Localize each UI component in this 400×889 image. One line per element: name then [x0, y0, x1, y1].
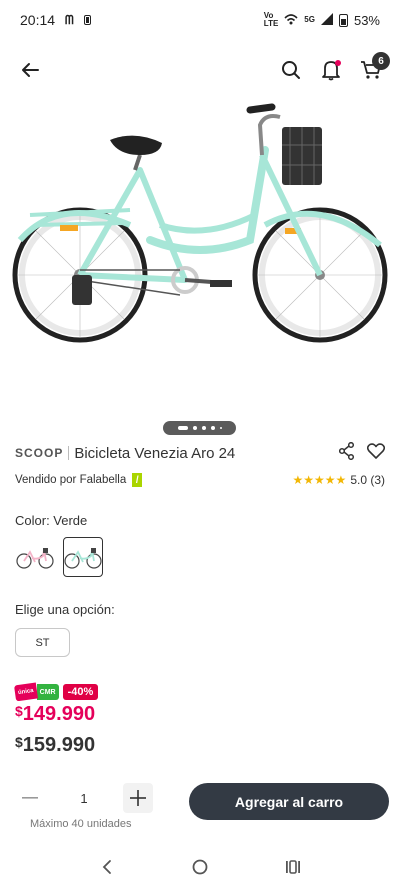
bicycle-green-thumbnail	[64, 548, 102, 569]
carousel-dot	[192, 426, 197, 430]
promo-badges: única CMR -40%	[13, 682, 99, 702]
minus-icon	[22, 797, 38, 799]
rating-stars: ★★★★★	[292, 473, 347, 487]
notification-dot	[335, 60, 341, 66]
network-type: 5G	[304, 15, 315, 24]
wifi-icon	[284, 13, 298, 28]
color-swatch-pink[interactable]	[15, 537, 55, 577]
currency-symbol: $	[15, 734, 23, 750]
top-navigation: 6	[0, 50, 400, 90]
cmr-price-value: 149.990	[22, 703, 96, 725]
option-label: Elige una opción:	[15, 602, 115, 617]
rating-value: 5.0 (3)	[350, 473, 385, 487]
cmr-price: $149.990	[15, 703, 95, 726]
brand-name[interactable]: SCOOP	[15, 446, 63, 460]
notifications-button[interactable]	[318, 56, 344, 84]
volte-bottom-text: LTE	[263, 19, 279, 28]
max-quantity-note: Máximo 40 unidades	[30, 818, 132, 830]
cmr-label: CMR	[36, 684, 59, 700]
decrease-quantity-button[interactable]	[15, 783, 45, 813]
volte-icon: Vo LTE	[264, 12, 279, 28]
carousel-dot	[210, 426, 215, 430]
share-button[interactable]	[338, 441, 355, 465]
system-home-button[interactable]	[185, 852, 215, 882]
system-recents-button[interactable]	[278, 852, 308, 882]
home-circle-icon	[192, 859, 208, 875]
divider	[68, 446, 70, 460]
plus-icon	[129, 790, 146, 806]
arrow-left-icon	[22, 63, 39, 77]
product-title: Bicicleta Venezia Aro 24	[74, 444, 236, 462]
product-image[interactable]	[0, 95, 400, 395]
bicycle-pink-thumbnail	[16, 548, 54, 569]
battery-icon	[338, 13, 348, 27]
product-rating[interactable]: ★★★★★ 5.0 (3)	[293, 473, 385, 487]
cmr-badge: única CMR	[13, 682, 59, 702]
battery-lock-icon	[83, 15, 91, 25]
back-button[interactable]	[16, 56, 44, 84]
falabella-badge-icon: /	[132, 473, 143, 487]
favorite-button[interactable]	[366, 442, 386, 464]
carousel-dot	[219, 427, 222, 429]
quantity-stepper: 1	[15, 783, 153, 813]
chevron-left-icon	[102, 860, 111, 874]
battery-percent: 53%	[353, 12, 380, 28]
discount-badge: -40%	[62, 684, 99, 700]
cart-count-badge: 6	[372, 52, 390, 70]
cart-button[interactable]: 6	[358, 52, 390, 84]
clock: 20:14	[20, 12, 56, 28]
color-swatches	[15, 537, 103, 577]
search-button[interactable]	[278, 56, 304, 84]
normal-price-value: 159.990	[22, 734, 96, 756]
recents-icon	[286, 860, 301, 874]
heart-icon	[366, 442, 386, 459]
cmr-unica-label: única	[13, 682, 38, 702]
color-label: Color: Verde	[15, 513, 88, 528]
size-option-st[interactable]: ST	[15, 628, 70, 657]
status-bar: 20:14 ᗰ Vo LTE 5G 53%	[0, 0, 400, 40]
system-back-button[interactable]	[92, 852, 122, 882]
share-icon	[338, 441, 355, 460]
signal-icon	[320, 12, 333, 28]
system-navigation-bar	[0, 845, 400, 889]
seller-row: Vendido por Falabella / ★★★★★ 5.0 (3)	[15, 472, 385, 488]
color-swatch-green[interactable]	[63, 537, 103, 577]
add-to-cart-button[interactable]: Agregar al carro	[189, 783, 389, 820]
product-title-row: SCOOP Bicicleta Venezia Aro 24	[15, 441, 386, 465]
image-carousel-indicator[interactable]	[163, 421, 236, 435]
carousel-dot-active	[177, 426, 188, 430]
m-app-icon: ᗰ	[65, 12, 74, 27]
carousel-dot	[201, 426, 206, 430]
search-icon	[282, 61, 300, 79]
seller-text: Vendido por Falabella	[15, 474, 127, 486]
quantity-value[interactable]: 1	[80, 791, 87, 806]
currency-symbol: $	[15, 703, 23, 719]
bicycle-illustration	[12, 103, 388, 343]
normal-price: $159.990	[15, 734, 95, 757]
increase-quantity-button[interactable]	[122, 783, 153, 813]
